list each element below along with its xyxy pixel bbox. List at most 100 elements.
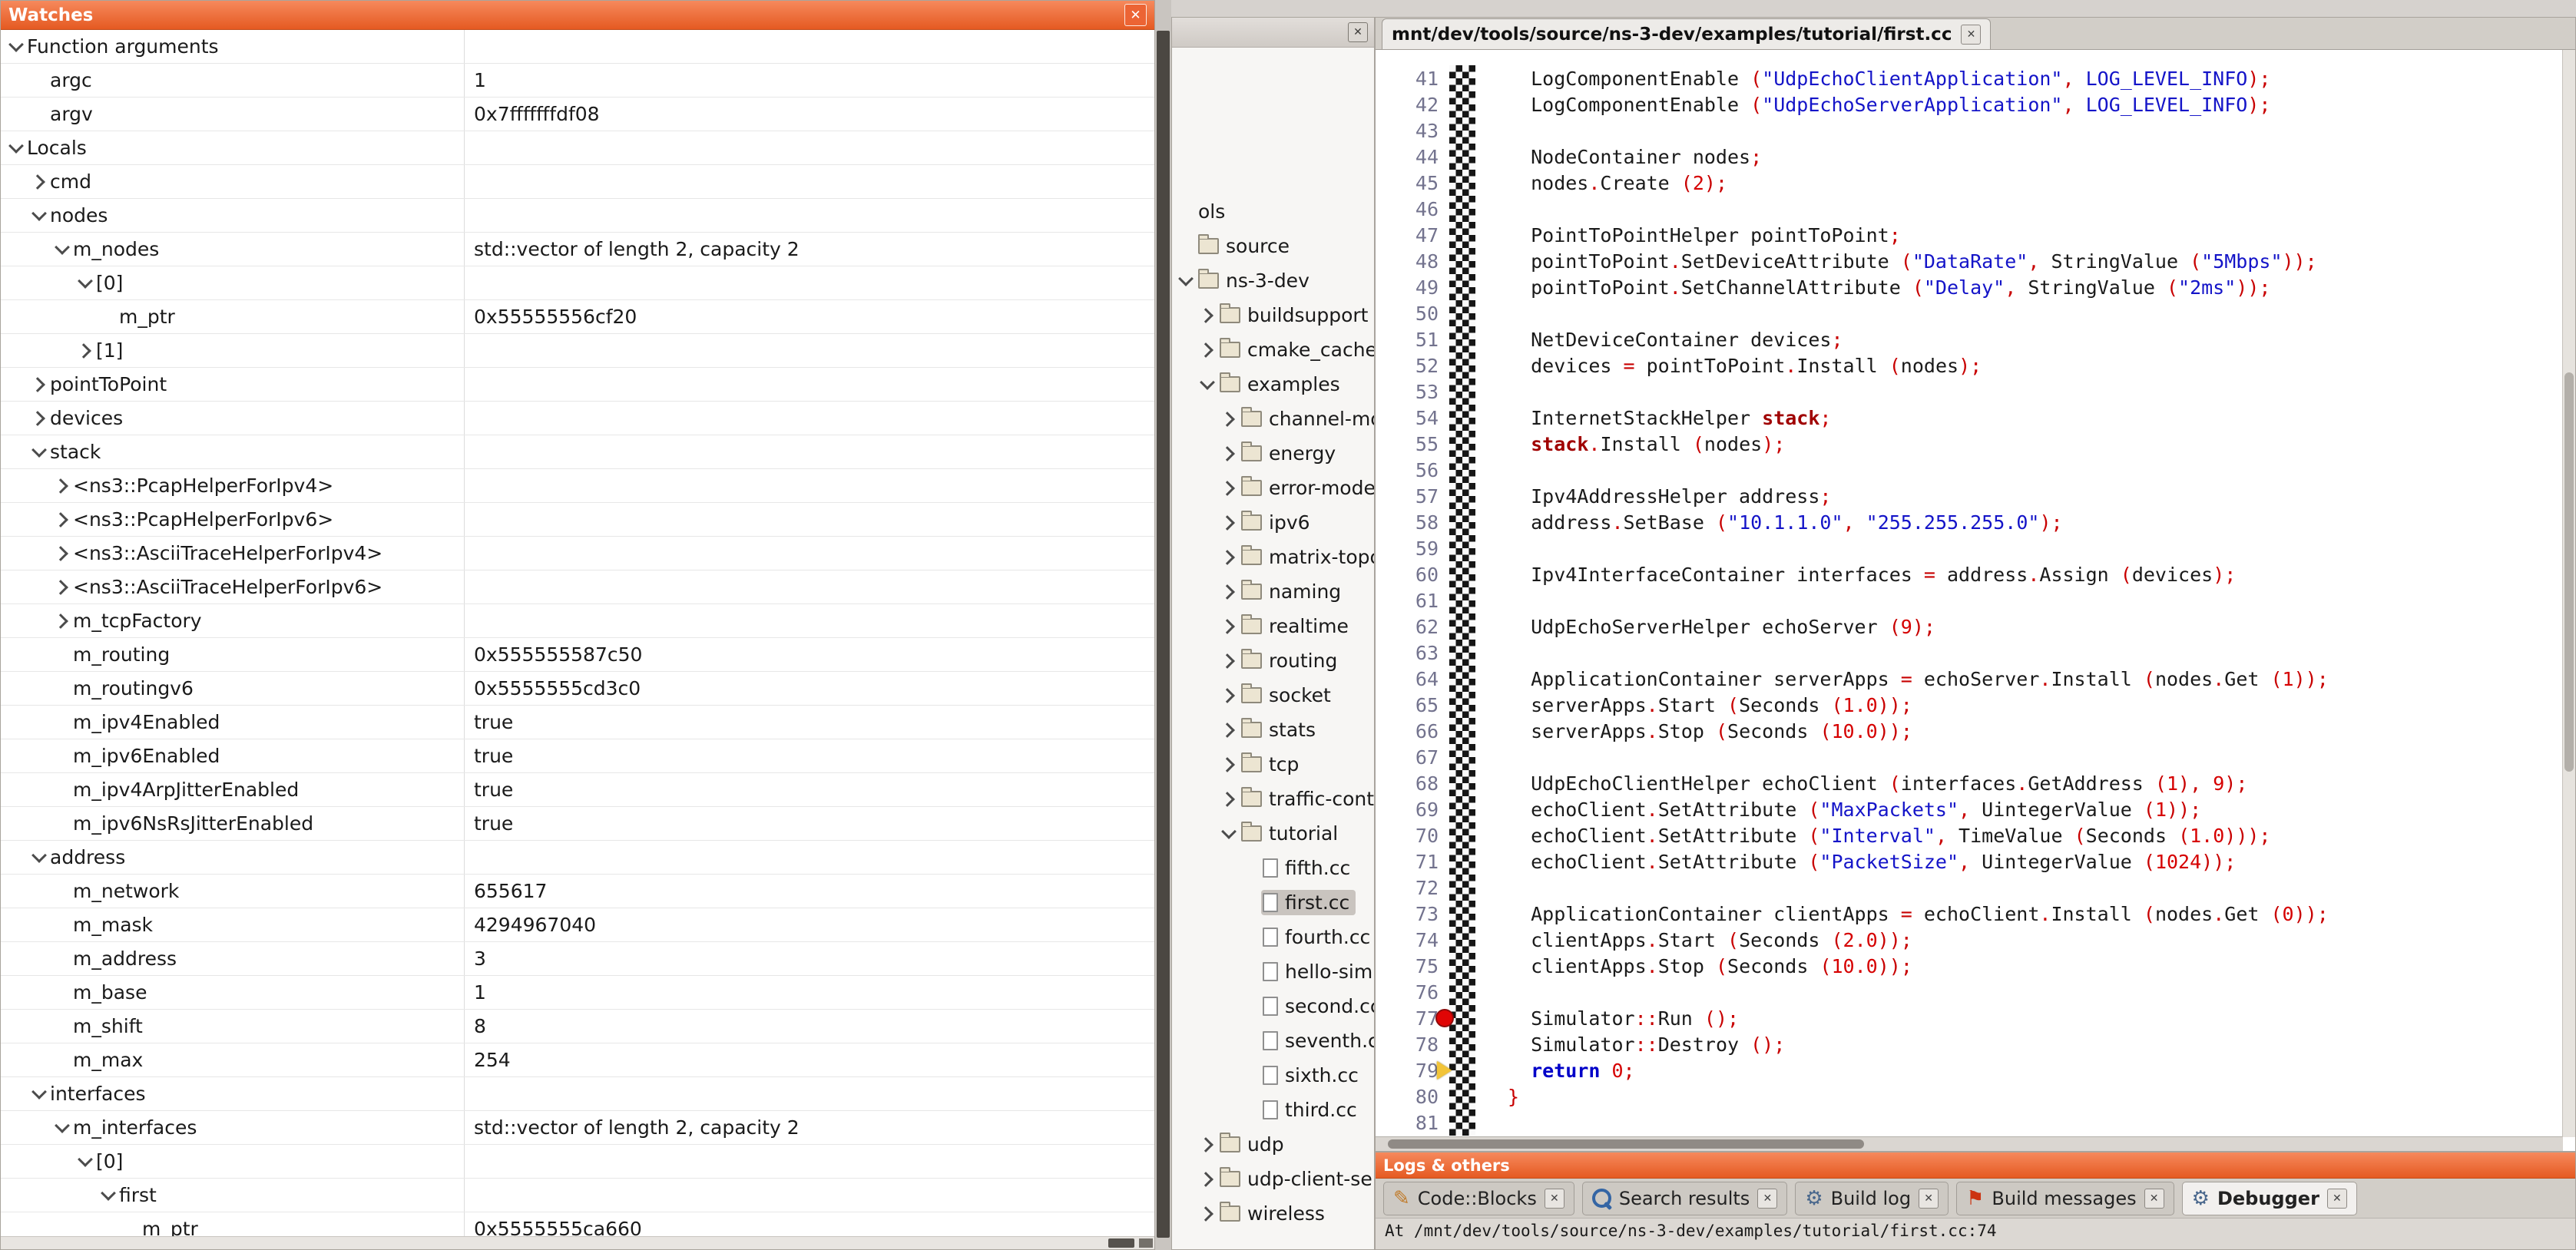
expander-open-icon[interactable] [28,1083,50,1105]
breakpoint-margin[interactable] [1449,326,1475,352]
tree-item-third.cc[interactable]: third.cc [1172,1093,1374,1127]
tree-item-wireless[interactable]: wireless [1172,1196,1374,1231]
breakpoint-margin[interactable] [1449,248,1475,274]
expander-open-icon[interactable] [5,36,27,58]
breakpoint-margin[interactable] [1449,561,1475,587]
scrollbar-thumb[interactable] [2564,372,2574,772]
watch-row[interactable]: m_nodesstd::vector of length 2, capacity… [1,233,1154,266]
code-line[interactable]: 54 InternetStackHelper stack; [1376,405,2563,431]
breakpoint-margin[interactable] [1449,196,1475,222]
expander-closed-icon[interactable] [51,577,73,598]
expander-closed-icon[interactable] [28,374,50,395]
expander-open-icon[interactable] [51,239,73,260]
logs-titlebar[interactable]: Logs & others [1376,1152,2575,1179]
watch-row[interactable]: [1] [1,334,1154,368]
tab-close-button[interactable]: ✕ [1961,25,1981,45]
tree-item-udp-client-se[interactable]: udp-client-se [1172,1162,1374,1196]
breakpoint-margin[interactable] [1449,718,1475,744]
code-line[interactable]: 76 [1376,979,2563,1005]
expander-closed-icon[interactable] [1197,1203,1218,1225]
breakpoint-margin[interactable] [1449,979,1475,1005]
code-line[interactable]: 44 NodeContainer nodes; [1376,144,2563,170]
breakpoint-margin[interactable] [1449,666,1475,692]
tab-close-button[interactable]: ✕ [1757,1189,1777,1209]
tree-panel-titlebar[interactable]: ✕ [1172,18,1374,48]
watch-row[interactable]: <ns3::AsciiTraceHelperForIpv4> [1,537,1154,570]
watch-row[interactable]: m_ipv6NsRsJitterEnabledtrue [1,807,1154,841]
expander-closed-icon[interactable] [1197,1134,1218,1156]
breakpoint-margin[interactable] [1449,1109,1475,1136]
code-line[interactable]: 60 Ipv4InterfaceContainer interfaces = a… [1376,561,2563,587]
watch-row[interactable]: pointToPoint [1,368,1154,402]
tree-item-cmake_cache[interactable]: cmake_cache [1172,332,1374,367]
expander-closed-icon[interactable] [1218,547,1240,568]
tab-close-button[interactable]: ✕ [1545,1189,1564,1209]
code-area[interactable]: 41 LogComponentEnable ("UdpEchoClientApp… [1376,50,2563,1137]
code-line[interactable]: 66 serverApps.Stop (Seconds (10.0)); [1376,718,2563,744]
watches-close-button[interactable]: ✕ [1124,4,1147,26]
breakpoint-margin[interactable] [1449,796,1475,822]
editor-vscrollbar[interactable] [2562,50,2575,1137]
scrollbar-thumb[interactable] [1108,1238,1134,1248]
code-line[interactable]: 73 ApplicationContainer clientApps = ech… [1376,901,2563,927]
code-line[interactable]: 71 echoClient.SetAttribute ("PacketSize"… [1376,848,2563,875]
breakpoint-margin[interactable] [1449,953,1475,979]
code-line[interactable]: 67 [1376,744,2563,770]
tree-item-first.cc[interactable]: first.cc [1172,885,1374,920]
code-line[interactable]: 51 NetDeviceContainer devices; [1376,326,2563,352]
breakpoint-margin[interactable] [1449,1057,1475,1083]
code-line[interactable]: 77 Simulator::Run (); [1376,1005,2563,1031]
watch-row[interactable]: <ns3::PcapHelperForIpv4> [1,469,1154,503]
code-line[interactable]: 65 serverApps.Start (Seconds (1.0)); [1376,692,2563,718]
code-line[interactable]: 64 ApplicationContainer serverApps = ech… [1376,666,2563,692]
logs-tab-search-results[interactable]: Search results✕ [1582,1182,1787,1215]
code-line[interactable]: 81 [1376,1109,2563,1136]
expander-closed-icon[interactable] [1197,339,1218,361]
code-line[interactable]: 62 UdpEchoServerHelper echoServer (9); [1376,613,2563,640]
breakpoint-margin[interactable] [1449,144,1475,170]
watch-row[interactable]: devices [1,402,1154,435]
tree-item-ipv6[interactable]: ipv6 [1172,505,1374,540]
tree-item-tcp[interactable]: tcp [1172,747,1374,782]
breakpoint-margin[interactable] [1449,274,1475,300]
breakpoint-margin[interactable] [1449,848,1475,875]
watch-row[interactable]: argc1 [1,64,1154,98]
tree-item-ns-3-dev[interactable]: ns-3-dev [1172,263,1374,298]
breakpoint-margin[interactable] [1449,170,1475,196]
tree-item-sixth.cc[interactable]: sixth.cc [1172,1058,1374,1093]
tree-item-second.cc[interactable]: second.cc [1172,989,1374,1023]
breakpoint-margin[interactable] [1449,875,1475,901]
watches-hscrollbar[interactable] [1,1236,1154,1249]
expander-closed-icon[interactable] [28,171,50,193]
expander-open-icon[interactable] [5,137,27,159]
breakpoint-margin[interactable] [1449,91,1475,117]
breakpoint-margin[interactable] [1449,300,1475,326]
expander-closed-icon[interactable] [1197,305,1218,326]
code-line[interactable]: 59 [1376,535,2563,561]
breakpoint-margin[interactable] [1449,613,1475,640]
expander-closed-icon[interactable] [1218,443,1240,465]
expander-closed-icon[interactable] [1197,1169,1218,1190]
watch-row[interactable]: address [1,841,1154,875]
tree-item-channel-mod[interactable]: channel-mod [1172,402,1374,436]
tree-item-energy[interactable]: energy [1172,436,1374,471]
expander-closed-icon[interactable] [1218,512,1240,534]
breakpoint-margin[interactable] [1449,901,1475,927]
code-line[interactable]: 70 echoClient.SetAttribute ("Interval", … [1376,822,2563,848]
expander-open-icon[interactable] [28,205,50,227]
expander-closed-icon[interactable] [1218,754,1240,775]
code-line[interactable]: 61 [1376,587,2563,613]
tree-item-naming[interactable]: naming [1172,574,1374,609]
tree-item-ols[interactable]: ols [1172,194,1374,229]
code-line[interactable]: 49 pointToPoint.SetChannelAttribute ("De… [1376,274,2563,300]
watch-row[interactable]: m_ipv6Enabledtrue [1,739,1154,773]
watch-row[interactable]: m_ipv4ArpJitterEnabledtrue [1,773,1154,807]
expander-closed-icon[interactable] [51,543,73,564]
watch-row[interactable]: m_ptr0x55555556cf20 [1,300,1154,334]
watch-row[interactable]: [0] [1,1145,1154,1179]
expander-closed-icon[interactable] [1218,789,1240,810]
scrollbar-thumb[interactable] [1388,1139,1864,1149]
watch-row[interactable]: m_tcpFactory [1,604,1154,638]
code-line[interactable]: 42 LogComponentEnable ("UdpEchoServerApp… [1376,91,2563,117]
logs-tab-code-blocks[interactable]: ✎Code::Blocks✕ [1383,1182,1574,1215]
